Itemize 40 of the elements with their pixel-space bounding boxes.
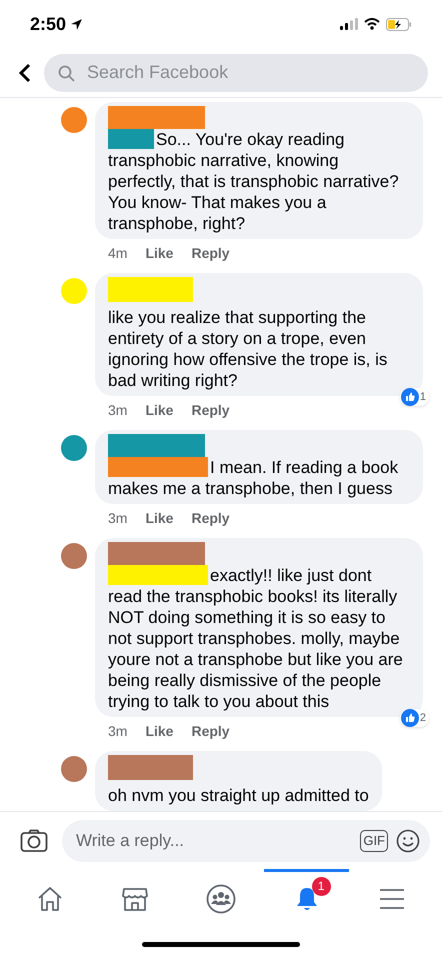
signal-icon <box>340 18 358 30</box>
camera-icon[interactable] <box>20 828 48 852</box>
comment-text: I mean. If reading a book makes me a transphobe, then I guess <box>108 457 400 499</box>
groups-icon <box>206 884 236 914</box>
like-link[interactable]: Like <box>145 723 174 739</box>
avatar[interactable] <box>61 756 87 782</box>
reaction-number: 2 <box>420 710 426 726</box>
comment-text: So... You're okay reading transphobic narrative, knowing perfectly, that is transphobic narrative? You know- That makes you a transphobe, right? <box>108 129 400 234</box>
back-icon[interactable] <box>18 62 32 82</box>
like-link[interactable]: Like <box>145 402 174 418</box>
gif-button[interactable]: GIF <box>360 830 388 852</box>
avatar[interactable] <box>61 435 87 461</box>
nav-tab[interactable]: 1 <box>264 869 350 925</box>
reply-link[interactable]: Reply <box>191 510 230 526</box>
notification-badge: 1 <box>312 876 331 896</box>
comment-time: 4m <box>108 245 128 261</box>
search-icon <box>58 64 75 82</box>
store-icon <box>121 886 150 912</box>
comment-time: 3m <box>108 723 128 739</box>
menu-icon <box>379 888 406 910</box>
reply-link[interactable]: Reply <box>191 723 230 739</box>
reaction-number: 1 <box>420 390 426 405</box>
home-icon <box>36 886 64 912</box>
location-arrow-icon <box>70 18 84 30</box>
reply-link[interactable]: Reply <box>191 402 230 418</box>
comment-text: like you realize that supporting the entirety of a story on a trope, even ignoring how offensive the trope is, is bad writing right? <box>108 307 388 391</box>
comment-time: 3m <box>108 402 128 418</box>
like-link[interactable]: Like <box>145 510 174 526</box>
avatar[interactable] <box>61 107 87 133</box>
clock: 2:50 <box>30 12 66 36</box>
emoji-icon[interactable] <box>396 828 420 852</box>
comment-time: 3m <box>108 510 128 526</box>
comment-text: oh nvm you straight up admitted to <box>108 785 369 806</box>
battery-icon <box>386 18 412 30</box>
reply-link[interactable]: Reply <box>191 245 230 261</box>
wifi-icon <box>364 18 380 30</box>
comment-text: exactly!! like just dont read the transphobic books! its literally NOT doing something it is so easy to not support transphobes. molly, maybe youre not a transphobe but like you are being really dismissive of the people trying to talk to you about this <box>108 565 404 712</box>
like-link[interactable]: Like <box>145 245 174 261</box>
search-field[interactable]: Search Facebook <box>44 54 428 92</box>
avatar[interactable] <box>61 543 87 569</box>
